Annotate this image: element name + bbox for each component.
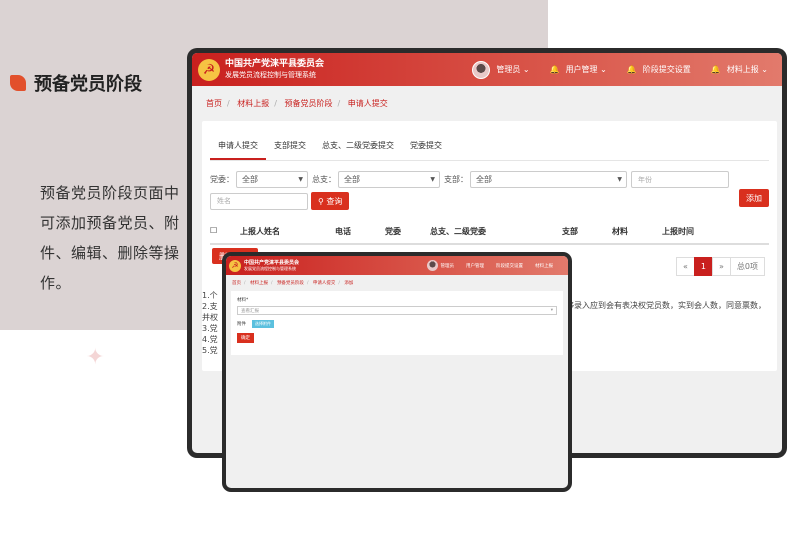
notes: 1.个 2.支 并权 3.党 4.党 5.党 [202,291,218,355]
user-name: 管理员 [496,65,521,74]
nav-menu: 管理员 ⌄ 🔔 用户管理 ⌄ 🔔 阶段提交设置 🔔 材料上报 ⌄ [472,60,776,79]
org-name: 中国共产党涞平县委员会 [225,58,325,69]
caret-down-icon: ▾ [550,308,553,313]
tab-applicant[interactable]: 申请人提交 [210,135,266,160]
page-total: 总0项 [729,257,765,276]
upload-attachment-button[interactable]: 选择附件 [252,320,274,328]
col-material: 材料 [612,227,628,236]
avatar [472,60,491,79]
top-navbar-small: ☭ 中国共产党涞平县委员会 发展党员流程控制与管理系统 管理员 用户管理 阶段提… [226,256,568,275]
attachment-label: 附件 [237,322,246,327]
tab-branch[interactable]: 支部提交 [266,135,314,160]
nav-material-report-small[interactable]: 材料上报 [535,263,553,269]
slide-description: 预备党员阶段页面中可添加预备党员、附件、编辑、删除等操作。 [40,184,180,292]
tab-general-branch[interactable]: 总支、二级党委提交 [314,135,402,160]
party-emblem-icon: ☭ [198,58,220,81]
name-input[interactable]: 姓名 [210,192,308,210]
caret-down-icon: ▼ [298,176,303,183]
bell-icon: 🔔 [710,65,721,74]
add-form: 材料* 查看汇报 ▾ 附件 选择附件 确定 [231,291,563,355]
screen-small: ☭ 中国共产党涞平县委员会 发展党员流程控制与管理系统 管理员 用户管理 阶段提… [226,256,568,488]
nav-menu-small: 管理员 用户管理 阶段提交设置 材料上报 [426,260,566,271]
system-name: 发展党员流程控制与管理系统 [225,70,316,79]
select-all-checkbox[interactable]: ☐ [210,226,240,237]
attachment-row: 附件 选择附件 [237,320,557,328]
add-button[interactable]: 添加 [739,189,769,207]
breadcrumb-stage[interactable]: 预备党员阶段 [285,99,333,108]
pagination: « 1 » 总0项 [676,257,765,276]
search-row: 姓名 ⚲ 查询 添加 [202,188,777,214]
nav-user-management[interactable]: 🔔 用户管理 ⌄ [550,64,607,75]
tab-party-committee[interactable]: 党委提交 [402,135,450,160]
filter-row: 党委： 全部 ▼ 总支： 全部 ▼ 支部： 全部 ▼ 年份 [202,161,777,188]
material-select[interactable]: 查看汇报 ▾ [237,306,557,315]
breadcrumb: 首页 / 材料上报 / 预备党员阶段 / 申请人提交 [206,99,388,108]
search-button[interactable]: ⚲ 查询 [311,192,350,210]
slide-title-text: 预备党员阶段 [34,74,142,95]
brand-small: 中国共产党涞平县委员会 发展党员流程控制与管理系统 [244,259,300,271]
slide-title: 预备党员阶段 [10,70,142,96]
star-decoration-icon: ✦ [86,345,105,370]
page-prev[interactable]: « [676,257,695,276]
material-label: 材料* [237,298,249,303]
party-emblem-icon: ☭ [229,259,241,272]
nav-stage-setting[interactable]: 🔔 阶段提交设置 [627,64,691,75]
col-general-branch: 总支、二级党委 [430,227,486,236]
page-next[interactable]: » [712,257,731,276]
bell-icon: 🔔 [549,65,560,74]
caret-down-icon: ▼ [617,176,622,183]
breadcrumb-small: 首页 / 材料上报 / 预备党员阶段 / 申请人提交 / 添加 [232,281,354,286]
branch-label: 支部： [444,175,468,184]
breadcrumb-current: 申请人提交 [347,99,388,108]
general-branch-label: 总支： [312,175,336,184]
col-branch: 支部 [562,227,578,236]
caret-down-icon: ▼ [430,176,435,183]
branch-select[interactable]: 全部 ▼ [470,171,627,188]
search-icon: ⚲ [318,196,327,206]
page-current[interactable]: 1 [693,257,713,276]
party-committee-select[interactable]: 全部 ▼ [236,171,308,188]
brand: 中国共产党涞平县委员会 发展党员流程控制与管理系统 [225,59,324,81]
general-branch-select[interactable]: 全部 ▼ [338,171,440,188]
col-reporter: 上报人姓名 [240,227,280,236]
nav-material-report[interactable]: 🔔 材料上报 ⌄ [711,64,768,75]
section-marker-icon [10,75,26,91]
breadcrumb-material[interactable]: 材料上报 [237,99,269,108]
user-menu[interactable]: 管理员 ⌄ [472,60,530,79]
avatar [426,260,438,271]
tab-bar: 申请人提交 支部提交 总支、二级党委提交 党委提交 [210,121,769,161]
breadcrumb-home[interactable]: 首页 [206,99,222,108]
col-phone: 电话 [335,227,351,236]
table-header: ☐ 上报人姓名 电话 党委 总支、二级党委 支部 材料 上报时间 [210,226,769,245]
nav-user-management-small[interactable]: 用户管理 [466,263,484,269]
col-committee: 党委 [385,227,401,236]
party-committee-label: 党委： [210,175,234,184]
confirm-button[interactable]: 确定 [237,333,254,343]
year-input[interactable]: 年份 [631,171,729,188]
top-navbar: ☭ 中国共产党涞平县委员会 发展党员流程控制与管理系统 管理员 ⌄ 🔔 用户管理… [192,53,782,86]
nav-stage-setting-small[interactable]: 阶段提交设置 [496,263,523,269]
note-right: 能够录入应到会有表决权党员数，实到会人数，同意票数， [558,301,766,310]
user-menu-small[interactable]: 管理员 [441,263,455,269]
col-report-time: 上报时间 [662,227,694,236]
bell-icon: 🔔 [626,65,637,74]
tablet-frame-small: ☭ 中国共产党涞平县委员会 发展党员流程控制与管理系统 管理员 用户管理 阶段提… [222,252,572,492]
